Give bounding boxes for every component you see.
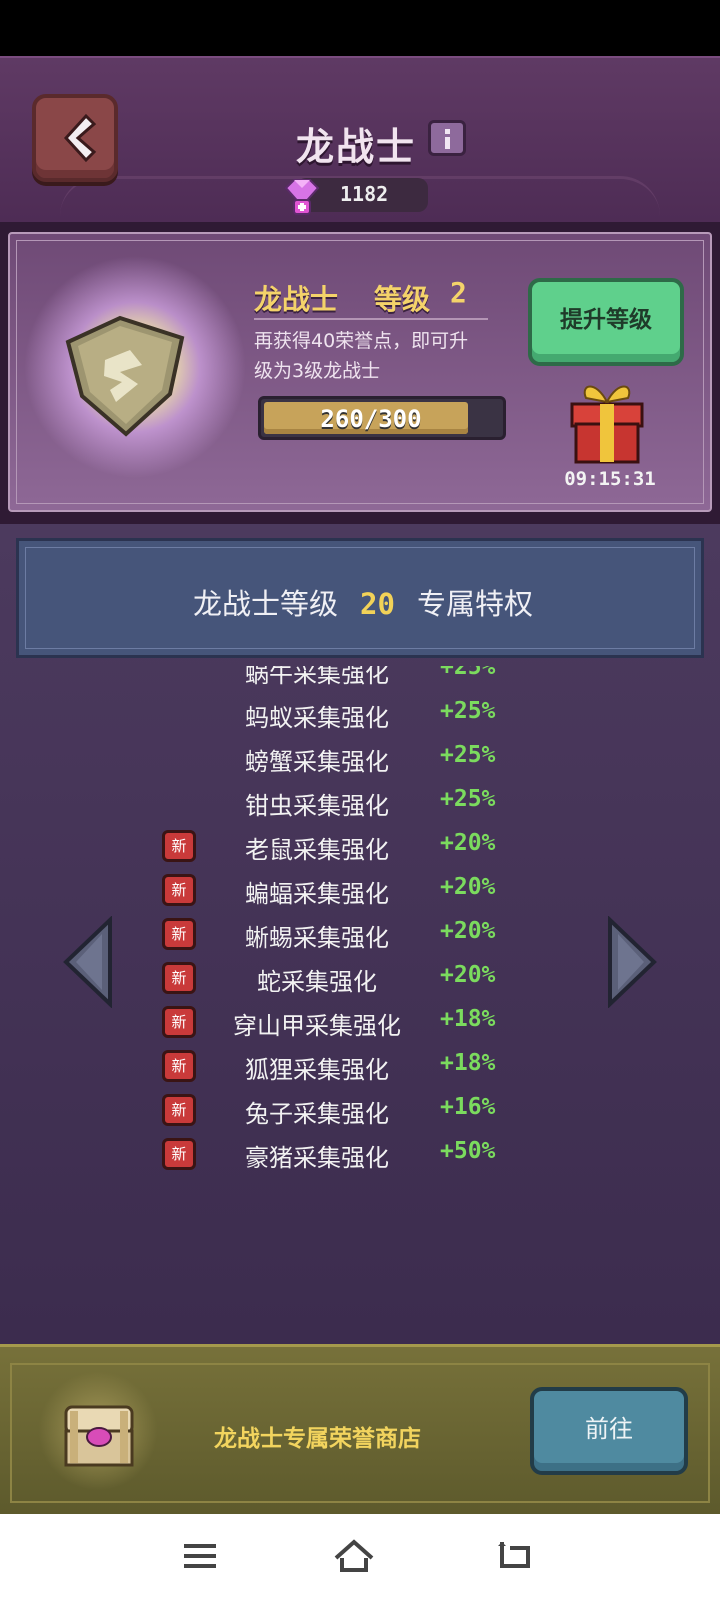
level-description: 再获得40荣誉点，即可升级为3级龙战士: [254, 330, 469, 382]
privilege-suffix: 专属特权: [416, 587, 533, 621]
perk-row: 蚂蚁采集强化 +25%: [0, 694, 720, 738]
honor-progress-bar: 260/300: [258, 396, 506, 440]
status-bar: [0, 0, 720, 56]
back-nav-icon[interactable]: [494, 1536, 538, 1576]
perk-name: 狐狸采集强化: [245, 1056, 389, 1084]
perk-name: 蝙蝠采集强化: [245, 880, 389, 908]
perk-name: 蜗牛采集强化: [245, 666, 389, 688]
gem-count: 1182: [340, 182, 389, 206]
new-badge: 新: [162, 918, 196, 950]
perk-row: 新 老鼠采集强化 +20%: [0, 826, 720, 870]
perk-name: 老鼠采集强化: [245, 836, 389, 864]
gift-timer: 09:15:31: [564, 468, 656, 490]
chevron-left-icon: [63, 113, 97, 163]
perk-row: 蜗牛采集强化 +25%: [0, 666, 720, 694]
new-badge: 新: [162, 1006, 196, 1038]
level-value: 2: [450, 276, 467, 309]
gift-icon[interactable]: [566, 374, 648, 466]
system-nav-bar: [0, 1514, 720, 1600]
perk-percent: +20%: [440, 918, 496, 944]
menu-icon[interactable]: [178, 1536, 222, 1576]
privilege-level: 20: [360, 587, 395, 621]
perk-percent: +25%: [440, 786, 496, 812]
perk-name: 螃蟹采集强化: [245, 748, 389, 776]
new-badge: 新: [162, 1138, 196, 1170]
next-arrow-icon[interactable]: [604, 916, 660, 1008]
new-badge: 新: [162, 962, 196, 994]
progress-text: 260/300: [320, 405, 422, 433]
perk-name: 蛇采集强化: [257, 968, 377, 996]
new-badge: 新: [162, 1094, 196, 1126]
perk-percent: +20%: [440, 830, 496, 856]
perk-name: 豪猪采集强化: [245, 1144, 389, 1172]
perk-percent: +25%: [440, 666, 496, 680]
gem-icon[interactable]: [280, 176, 324, 216]
class-name: 龙战士: [254, 283, 339, 316]
perk-row: 新 豪猪采集强化 +50%: [0, 1134, 720, 1178]
header: 龙战士 1182: [0, 56, 720, 222]
perk-row: 螃蟹采集强化 +25%: [0, 738, 720, 782]
perk-percent: +18%: [440, 1050, 496, 1076]
perk-row: 钳虫采集强化 +25%: [0, 782, 720, 826]
perk-percent: +50%: [440, 1138, 496, 1164]
go-to-shop-button[interactable]: 前往: [530, 1387, 688, 1475]
back-button[interactable]: [32, 94, 118, 182]
perk-percent: +18%: [440, 1006, 496, 1032]
perk-name: 蚂蚁采集强化: [245, 704, 389, 732]
upgrade-level-button[interactable]: 提升等级: [528, 278, 684, 366]
privileges-area[interactable]: 龙战士等级 20 专属特权 蜗牛采集强化 +25% 蚂蚁采集强化 +25% 螃蟹采集强化 +2…: [0, 524, 720, 1344]
shop-title: 龙战士专属荣誉商店: [214, 1426, 421, 1452]
prev-arrow-icon[interactable]: [60, 916, 116, 1008]
new-badge: 新: [162, 830, 196, 862]
perk-name: 蜥蜴采集强化: [245, 924, 389, 952]
privilege-banner: 龙战士等级 20 专属特权: [16, 538, 704, 658]
page-title: 龙战士: [296, 125, 417, 169]
perk-name: 穿山甲采集强化: [233, 1012, 401, 1040]
perk-row: 新 狐狸采集强化 +18%: [0, 1046, 720, 1090]
perk-row: 新 穿山甲采集强化 +18%: [0, 1002, 720, 1046]
new-badge: 新: [162, 874, 196, 906]
treasure-chest-icon: [64, 1405, 134, 1467]
dragon-shield-icon: [65, 315, 185, 437]
perk-percent: +20%: [440, 962, 496, 988]
honor-shop-bar: 龙战士专属荣誉商店 前往: [0, 1344, 720, 1514]
perk-row: 新 兔子采集强化 +16%: [0, 1090, 720, 1134]
divider: [254, 318, 488, 320]
privilege-title: 龙战士等级 20 专属特权: [19, 581, 707, 623]
perk-percent: +25%: [440, 742, 496, 768]
perk-percent: +20%: [440, 874, 496, 900]
level-label: 等级: [374, 283, 431, 316]
info-icon-bar: [445, 137, 450, 149]
info-icon: [445, 129, 450, 134]
perk-percent: +16%: [440, 1094, 496, 1120]
level-panel: 龙战士 等级 2 再获得40荣誉点，即可升级为3级龙战士 260/300 提升等…: [0, 222, 720, 524]
perk-row: 新 蝙蝠采集强化 +20%: [0, 870, 720, 914]
new-badge: 新: [162, 1050, 196, 1082]
perk-name: 兔子采集强化: [245, 1100, 389, 1128]
privilege-prefix: 龙战士等级: [193, 587, 339, 621]
perk-percent: +25%: [440, 698, 496, 724]
info-button[interactable]: [428, 120, 466, 156]
perk-name: 钳虫采集强化: [245, 792, 389, 820]
home-icon[interactable]: [332, 1536, 376, 1576]
